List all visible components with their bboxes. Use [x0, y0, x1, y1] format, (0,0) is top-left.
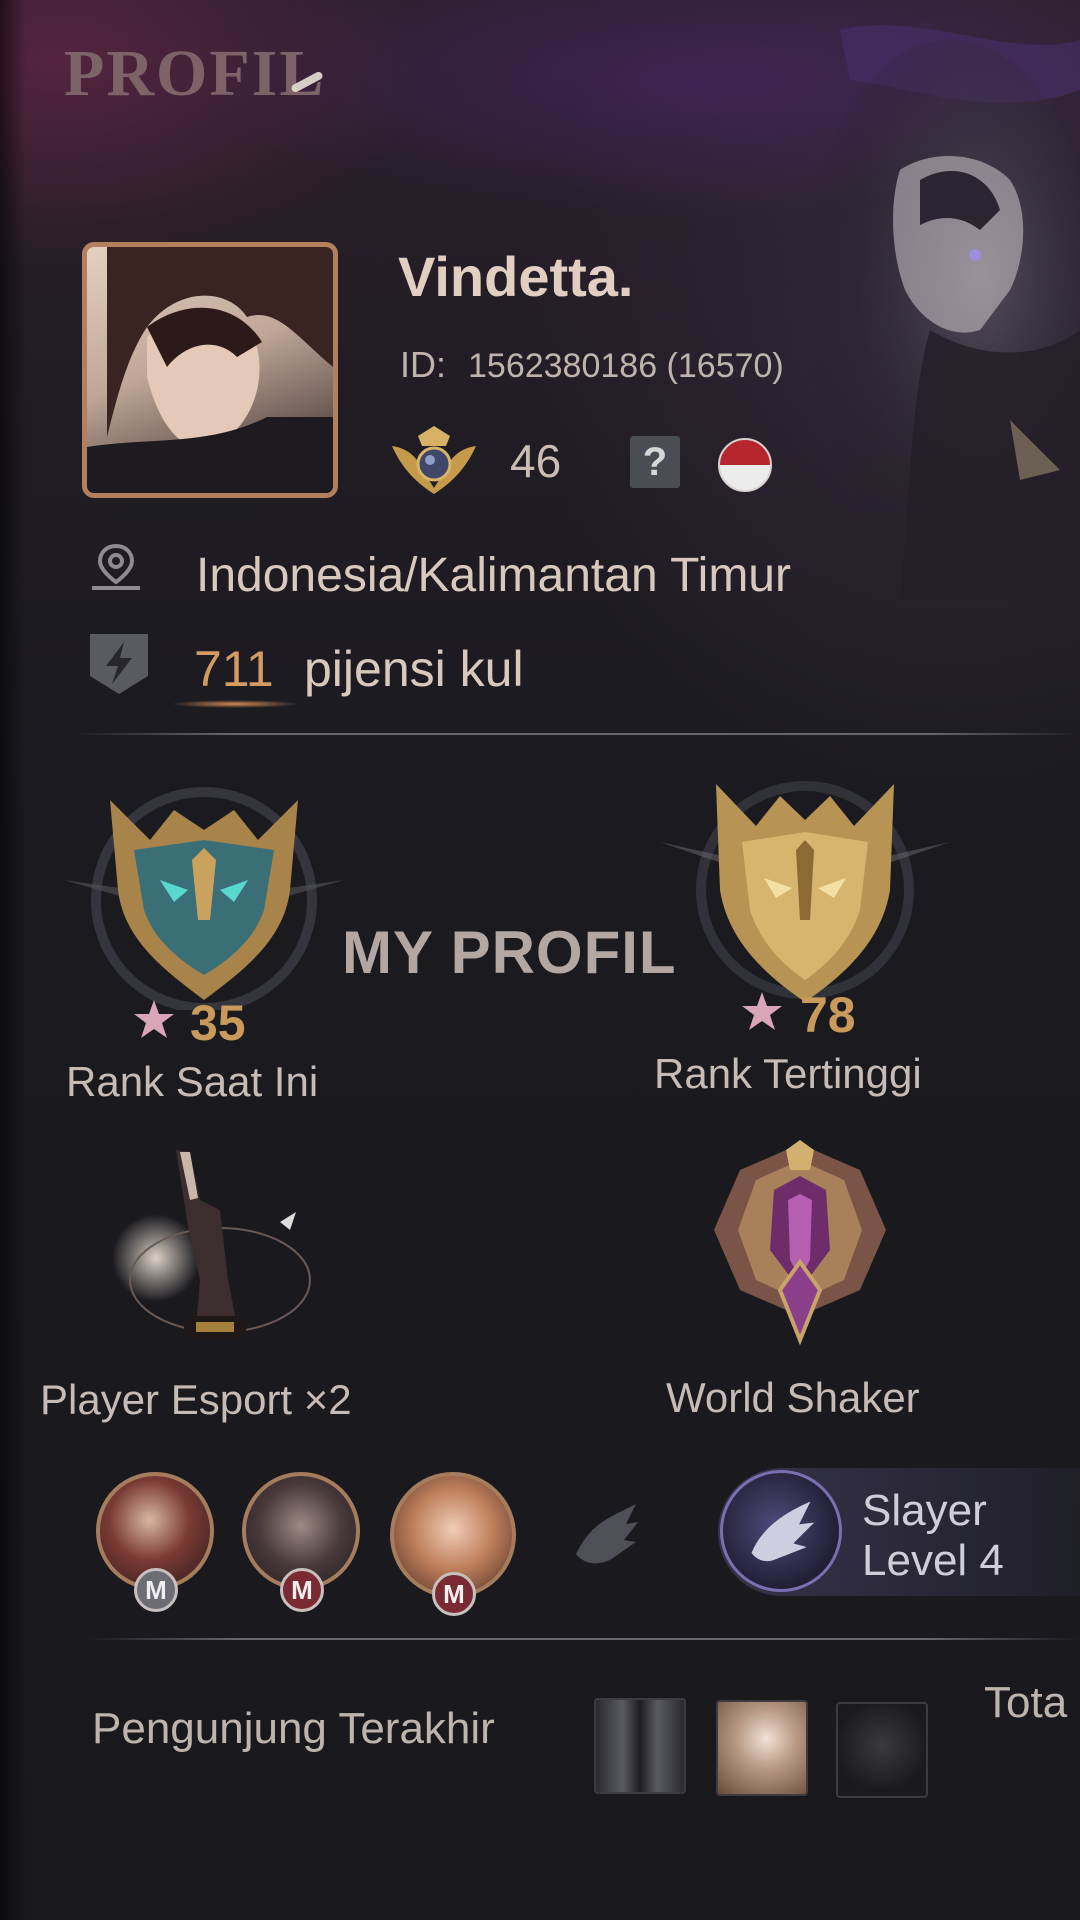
current-rank-star-icon	[134, 1000, 174, 1038]
indonesia-flag-icon	[718, 438, 772, 492]
user-id: ID: 1562380186 (16570)	[400, 344, 784, 386]
player-level: 46	[510, 435, 562, 487]
left-edge-shadow	[0, 0, 26, 1920]
slayer-title: Slayer	[862, 1486, 987, 1535]
current-rank-badge-icon[interactable]	[64, 770, 344, 1010]
highest-rank-label: Rank Tertinggi	[654, 1050, 922, 1097]
visitor-avatar-3[interactable]	[836, 1702, 928, 1798]
popularity-lightning-icon	[90, 634, 148, 694]
total-visitors-label: Tota	[984, 1678, 1068, 1727]
highest-rank-star-icon	[742, 992, 782, 1030]
visitor-avatar-2[interactable]	[716, 1700, 808, 1796]
mythic-badge-icon: M	[432, 1572, 476, 1616]
world-shaker-badge-icon[interactable]	[700, 1140, 900, 1350]
popularity-value: 711	[194, 641, 274, 697]
profile-avatar[interactable]	[82, 242, 338, 498]
popularity-flare	[170, 700, 300, 708]
slayer-emblem-icon	[720, 1470, 842, 1592]
slayer-level: Level 4	[862, 1536, 1004, 1585]
help-icon[interactable]: ?	[630, 436, 680, 488]
hero-art-image	[800, 25, 1080, 600]
current-rank-stars: 35	[190, 995, 246, 1051]
mythic-badge-icon: M	[280, 1568, 324, 1612]
avatar-portrait-image	[87, 247, 333, 493]
location-text: Indonesia/Kalimantan Timur	[196, 549, 791, 602]
highest-rank-badge-icon[interactable]	[660, 770, 950, 1010]
my-profil-watermark: MY PROFIL	[342, 919, 677, 986]
visitors-divider	[88, 1638, 1080, 1640]
recent-visitors-label: Pengunjung Terakhir	[92, 1704, 495, 1753]
current-rank-label: Rank Saat Ini	[66, 1058, 319, 1105]
username: Vindetta.	[398, 245, 634, 308]
section-divider	[76, 733, 1080, 735]
slayer-level-text: Slayer Level 4	[862, 1486, 1004, 1586]
visitor-avatar-1[interactable]	[594, 1698, 686, 1794]
claw-emblem-icon	[576, 1504, 638, 1564]
esport-trophy-icon[interactable]	[110, 1140, 330, 1360]
location-pin-icon	[92, 544, 140, 590]
id-label: ID:	[400, 344, 447, 385]
world-shaker-label: World Shaker	[666, 1374, 920, 1421]
highest-rank-stars: 78	[800, 987, 856, 1043]
mythic-badge-icon: M	[134, 1568, 178, 1612]
page-title: PROFIL	[64, 37, 326, 110]
level-emblem-icon	[392, 426, 476, 494]
popularity-label: pijensi kul	[304, 641, 524, 697]
esport-label: Player Esport ×2	[40, 1376, 352, 1423]
id-value: 1562380186 (16570)	[468, 347, 784, 385]
